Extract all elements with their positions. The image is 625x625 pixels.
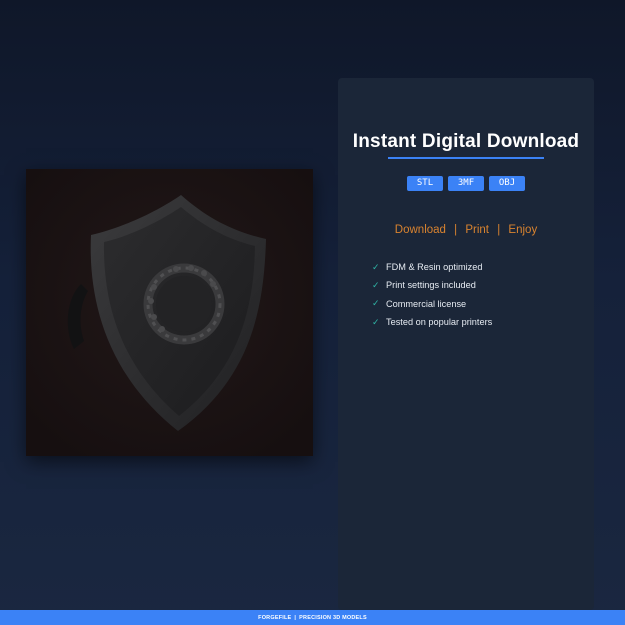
feature-label: FDM & Resin optimized	[386, 262, 483, 273]
feature-item: ✓ Commercial license	[372, 295, 594, 313]
feature-list: ✓ FDM & Resin optimized ✓ Print settings…	[372, 258, 594, 331]
format-badge-obj: OBJ	[489, 176, 525, 191]
action-print: Print	[465, 224, 490, 236]
feature-label: Print settings included	[386, 280, 476, 291]
footer-separator: |	[294, 614, 297, 621]
title-underline	[388, 157, 544, 159]
check-icon: ✓	[372, 279, 380, 290]
footer-tagline: PRECISION 3D MODELS	[299, 614, 367, 621]
product-image	[26, 169, 313, 456]
check-icon: ✓	[372, 261, 380, 272]
footer-brand: FORGEFILE	[258, 614, 292, 621]
check-icon: ✓	[372, 316, 380, 327]
action-download: Download	[394, 224, 446, 236]
format-badges: STL 3MF OBJ	[338, 176, 594, 191]
format-badge-3mf: 3MF	[448, 176, 484, 191]
action-separator: |	[497, 224, 501, 236]
action-enjoy: Enjoy	[508, 224, 538, 236]
feature-label: Tested on popular printers	[386, 317, 493, 328]
action-steps: Download | Print | Enjoy	[338, 224, 594, 236]
footer-bar: FORGEFILE | PRECISION 3D MODELS	[0, 610, 625, 625]
format-badge-stl: STL	[407, 176, 443, 191]
feature-label: Commercial license	[386, 298, 467, 309]
feature-item: ✓ Print settings included	[372, 276, 594, 294]
info-panel: Instant Digital Download STL 3MF OBJ Dow…	[338, 78, 594, 610]
panel-title: Instant Digital Download	[352, 131, 580, 152]
footer-text: FORGEFILE | PRECISION 3D MODELS	[258, 615, 367, 621]
feature-item: ✓ Tested on popular printers	[372, 313, 594, 331]
action-separator: |	[454, 224, 458, 236]
shield-model-render	[26, 169, 313, 456]
check-icon: ✓	[372, 298, 380, 309]
feature-item: ✓ FDM & Resin optimized	[372, 258, 594, 276]
